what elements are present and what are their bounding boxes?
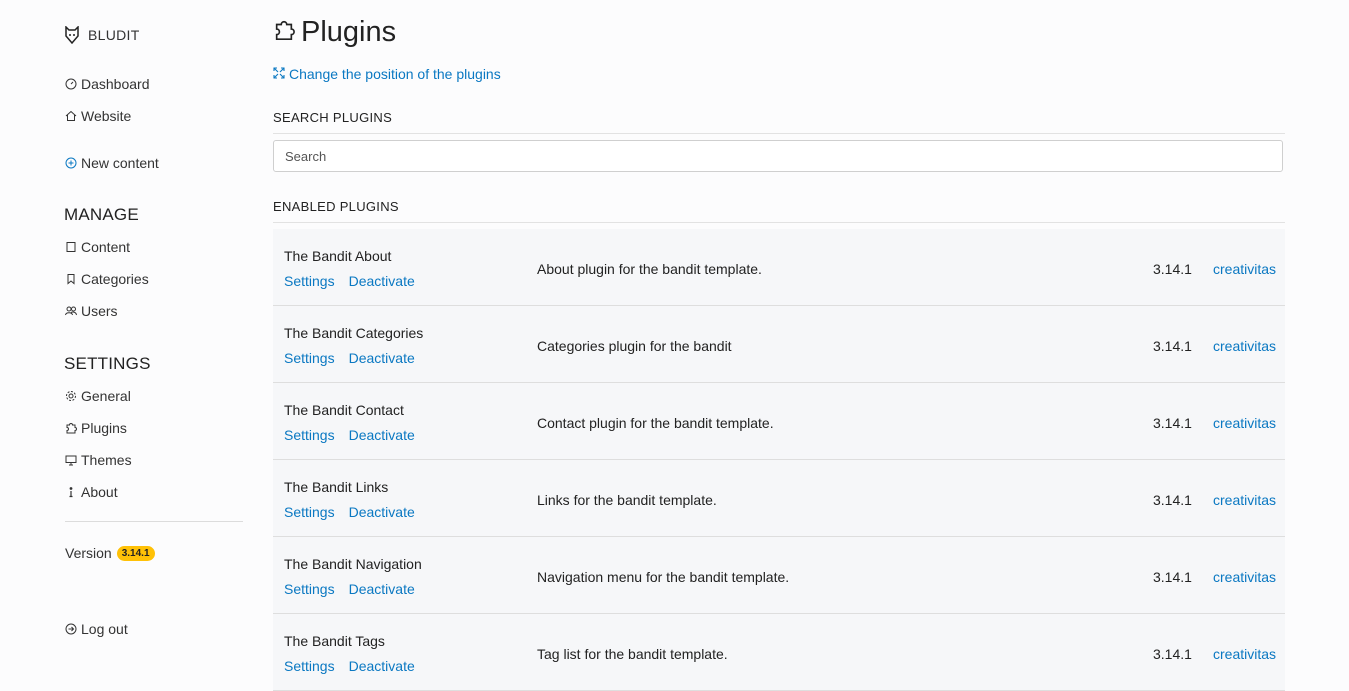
bookmark-icon [65,273,77,285]
plugin-description: Navigation menu for the bandit template. [537,569,790,585]
plugin-version: 3.14.1 [1153,646,1192,662]
plugin-deactivate-link[interactable]: Deactivate [349,427,415,443]
sidebar-divider [65,521,243,522]
sidebar-item-users[interactable]: Users [65,303,118,319]
plugin-name: The Bandit Navigation [284,556,422,572]
sidebar-item-label: Plugins [81,420,127,436]
sidebar-item-about[interactable]: About [65,484,118,500]
plugin-row: The Bandit Contact Settings Deactivate Co… [273,383,1285,460]
plugin-row: The Bandit Tags Settings Deactivate Tag l… [273,614,1285,691]
archive-icon [65,241,77,253]
plugin-description: Contact plugin for the bandit template. [537,415,774,431]
sidebar-item-label: New content [81,155,159,171]
plugin-description: About plugin for the bandit template. [537,261,762,277]
search-plugins-heading: SEARCH PLUGINS [273,110,1285,134]
sidebar-item-general[interactable]: General [65,388,131,404]
info-icon [65,486,77,498]
puzzle-icon [65,422,77,434]
version-label: Version [65,545,112,561]
sidebar-item-label: General [81,388,131,404]
plugin-row: The Bandit About Settings Deactivate Abou… [273,229,1285,306]
plugin-author-link[interactable]: creativitas [1213,338,1276,354]
plugin-deactivate-link[interactable]: Deactivate [349,658,415,674]
logout-label: Log out [81,621,128,637]
main-content: Plugins Change the position of the plugi… [273,0,1285,691]
plugin-author-link[interactable]: creativitas [1213,415,1276,431]
plugin-name: The Bandit Contact [284,402,404,418]
bludit-logo-icon [64,25,80,45]
version-badge: 3.14.1 [116,545,155,561]
monitor-icon [65,454,77,466]
plugin-author-link[interactable]: creativitas [1213,569,1276,585]
sidebar-item-content[interactable]: Content [65,239,130,255]
plugin-row: The Bandit Categories Settings Deactivate… [273,306,1285,383]
plugin-settings-link[interactable]: Settings [284,273,335,289]
plugin-name: The Bandit Categories [284,325,424,341]
puzzle-icon [273,16,295,49]
plugin-settings-link[interactable]: Settings [284,427,335,443]
sidebar-item-new-content[interactable]: New content [65,155,159,171]
plugin-version: 3.14.1 [1153,569,1192,585]
settings-section-title: SETTINGS [64,354,151,373]
plugin-name: The Bandit About [284,248,392,264]
plugin-settings-link[interactable]: Settings [284,658,335,674]
search-input[interactable] [273,140,1283,172]
plugin-author-link[interactable]: creativitas [1213,646,1276,662]
dashboard-icon [65,78,77,90]
gear-icon [65,390,77,402]
plugin-version: 3.14.1 [1153,338,1192,354]
sidebar-item-plugins[interactable]: Plugins [65,420,127,436]
plugin-version: 3.14.1 [1153,261,1192,277]
sidebar-item-label: Themes [81,452,132,468]
expand-arrows-icon [273,66,285,82]
plugin-deactivate-link[interactable]: Deactivate [349,350,415,366]
page-title: Plugins [273,16,396,49]
plugin-deactivate-link[interactable]: Deactivate [349,504,415,520]
plugin-name: The Bandit Links [284,479,389,495]
page-title-text: Plugins [301,16,397,48]
sidebar-item-label: Users [81,303,118,319]
plugin-settings-link[interactable]: Settings [284,350,335,366]
plugin-name: The Bandit Tags [284,633,385,649]
plugin-author-link[interactable]: creativitas [1213,261,1276,277]
sidebar-item-themes[interactable]: Themes [65,452,132,468]
manage-section-title: MANAGE [64,205,139,224]
sidebar-item-website[interactable]: Website [65,108,131,124]
sidebar-item-categories[interactable]: Categories [65,271,149,287]
sidebar-item-label: Dashboard [81,76,150,92]
plugin-settings-link[interactable]: Settings [284,581,335,597]
plugin-deactivate-link[interactable]: Deactivate [349,581,415,597]
sidebar-item-label: Content [81,239,131,255]
plugin-version: 3.14.1 [1153,492,1192,508]
plus-circle-icon [65,157,77,169]
home-icon [65,110,77,122]
plugin-version: 3.14.1 [1153,415,1192,431]
brand[interactable]: BLUDIT [64,25,140,45]
people-icon [65,305,77,317]
plugin-list: The Bandit About Settings Deactivate Abou… [273,229,1285,691]
sidebar-item-label: About [81,484,118,500]
plugin-author-link[interactable]: creativitas [1213,492,1276,508]
plugin-description: Categories plugin for the bandit [537,338,732,354]
sidebar-item-dashboard[interactable]: Dashboard [65,76,150,92]
enabled-plugins-heading: ENABLED PLUGINS [273,199,1285,223]
change-position-label: Change the position of the plugins [289,66,501,82]
sidebar: BLUDIT Dashboard Website New content MAN… [0,0,260,682]
plugin-row: The Bandit Links Settings Deactivate Link… [273,460,1285,537]
change-position-link[interactable]: Change the position of the plugins [273,66,501,82]
sidebar-item-label: Website [81,108,132,124]
plugin-deactivate-link[interactable]: Deactivate [349,273,415,289]
brand-name: BLUDIT [88,27,140,43]
logout-link[interactable]: Log out [65,621,128,637]
plugin-row: The Bandit Navigation Settings Deactivate… [273,537,1285,614]
plugin-settings-link[interactable]: Settings [284,504,335,520]
plugin-description: Tag list for the bandit template. [537,646,728,662]
plugin-description: Links for the bandit template. [537,492,717,508]
logout-icon [65,623,77,635]
version-info: Version 3.14.1 [65,545,155,561]
sidebar-item-label: Categories [81,271,149,287]
